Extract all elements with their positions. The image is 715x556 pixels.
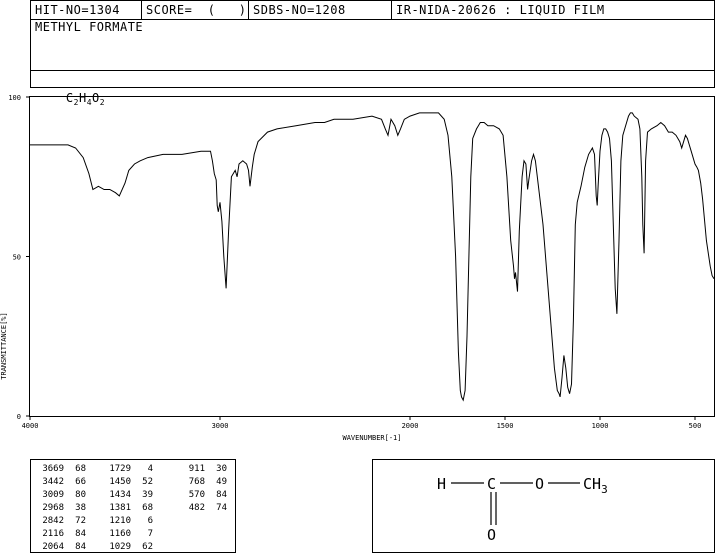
peak-row: 2116 84 — [36, 528, 86, 541]
peak-row: 768 49 — [177, 476, 227, 489]
peak-row: 1729 4 — [103, 463, 153, 476]
score-field: SCORE= ( ) — [146, 3, 247, 17]
x-tick-label: 500 — [689, 422, 702, 430]
peak-row: 911 30 — [177, 463, 227, 476]
peak-table: 3669 68 3442 66 3009 80 2968 38 2842 72 2116 84 2064… — [30, 459, 236, 553]
y-tick-label: 100 — [8, 94, 21, 102]
y-tick-label: 50 — [13, 254, 21, 262]
x-axis-ticks: 4000 3000 2000 1500 1000 500 — [22, 416, 702, 430]
x-tick-label: 2000 — [402, 422, 419, 430]
atom-h: H — [437, 475, 446, 493]
peak-row: 1210 6 — [103, 515, 153, 528]
peak-row: 2842 72 — [36, 515, 86, 528]
y-tick-label: 0 — [17, 413, 21, 421]
atom-o-ether: O — [535, 475, 544, 493]
sdbs-number: SDBS-NO=1208 — [253, 3, 346, 17]
peak-wavenumber: 2116 — [42, 529, 64, 539]
peak-wavenumber: 1729 — [109, 464, 131, 474]
peak-row: 3442 66 — [36, 476, 86, 489]
peak-row: 482 74 — [177, 502, 227, 515]
peak-transmittance: 84 — [75, 529, 86, 539]
peak-transmittance: 68 — [142, 503, 153, 513]
peak-row: 1029 62 — [103, 541, 153, 554]
peak-transmittance: 62 — [142, 542, 153, 552]
peak-transmittance: 84 — [75, 542, 86, 552]
peak-transmittance: 80 — [75, 490, 86, 500]
peak-transmittance: 68 — [75, 464, 86, 474]
peak-column: 1729 4 1450 52 1434 39 1381 68 1210 6 1160 7 1029 62 — [103, 463, 153, 554]
peak-wavenumber: 2064 — [42, 542, 64, 552]
peak-row: 1434 39 — [103, 489, 153, 502]
peak-transmittance: 72 — [75, 516, 86, 526]
peak-wavenumber: 1160 — [109, 529, 131, 539]
peak-wavenumber: 570 — [188, 490, 205, 500]
ir-code: IR-NIDA-20626 : LIQUID FILM — [396, 3, 605, 17]
methyl-formate-structure: H C O CH3 O — [437, 475, 608, 544]
peak-row: 1381 68 — [103, 502, 153, 515]
y-axis-label: TRANSMITTANCE[%] — [0, 312, 8, 379]
x-tick-label: 1500 — [497, 422, 514, 430]
peak-wavenumber: 2968 — [42, 503, 64, 513]
peak-wavenumber: 3442 — [42, 477, 64, 487]
peak-wavenumber: 1450 — [109, 477, 131, 487]
peak-row: 1450 52 — [103, 476, 153, 489]
peak-transmittance: 7 — [147, 529, 153, 539]
y-axis-ticks: 0 50 100 — [8, 94, 30, 421]
x-tick-label: 4000 — [22, 422, 39, 430]
peak-transmittance: 38 — [75, 503, 86, 513]
peak-wavenumber: 1381 — [109, 503, 131, 513]
peak-wavenumber: 482 — [188, 503, 205, 513]
peak-wavenumber: 1434 — [109, 490, 131, 500]
peak-column: 911 30 768 49 570 84 482 74 — [177, 463, 227, 515]
x-tick-label: 3000 — [212, 422, 229, 430]
peak-transmittance: 39 — [142, 490, 153, 500]
peak-row: 2968 38 — [36, 502, 86, 515]
peak-column: 3669 68 3442 66 3009 80 2968 38 2842 72 2116 84 2064… — [36, 463, 86, 554]
peak-row: 3669 68 — [36, 463, 86, 476]
atom-c: C — [487, 475, 496, 493]
peak-row: 570 84 — [177, 489, 227, 502]
atom-o-carbonyl: O — [487, 526, 496, 544]
molecular-formula: C2H4O2 — [31, 71, 331, 107]
peak-transmittance: 66 — [75, 477, 86, 487]
spectrum-line — [30, 112, 715, 402]
peak-wavenumber: 2842 — [42, 516, 64, 526]
peak-transmittance: 49 — [216, 477, 227, 487]
x-axis-label: WAVENUMBER[-1] — [342, 434, 401, 442]
peak-transmittance: 74 — [216, 503, 227, 513]
atom-ch3: CH3 — [583, 475, 608, 496]
peak-wavenumber: 768 — [188, 477, 205, 487]
peak-transmittance: 30 — [216, 464, 227, 474]
peak-wavenumber: 1210 — [109, 516, 131, 526]
peak-row: 1160 7 — [103, 528, 153, 541]
peak-transmittance: 4 — [147, 464, 153, 474]
peak-wavenumber: 911 — [188, 464, 205, 474]
structure-panel: H C O CH3 O — [372, 459, 715, 553]
peak-transmittance: 52 — [142, 477, 153, 487]
peak-wavenumber: 1029 — [109, 542, 131, 552]
peak-row: 2064 84 — [36, 541, 86, 554]
peak-transmittance: 84 — [216, 490, 227, 500]
compound-name: METHYL FORMATE — [35, 20, 144, 34]
peak-transmittance: 6 — [147, 516, 153, 526]
x-tick-label: 1000 — [592, 422, 609, 430]
header-panel: HIT-NO=1304 SCORE= ( ) SDBS-NO=1208 IR-N… — [30, 0, 715, 107]
peak-row: 3009 80 — [36, 489, 86, 502]
plot-frame — [29, 96, 715, 417]
peak-wavenumber: 3669 — [42, 464, 64, 474]
hit-number: HIT-NO=1304 — [35, 3, 120, 17]
peak-wavenumber: 3009 — [42, 490, 64, 500]
